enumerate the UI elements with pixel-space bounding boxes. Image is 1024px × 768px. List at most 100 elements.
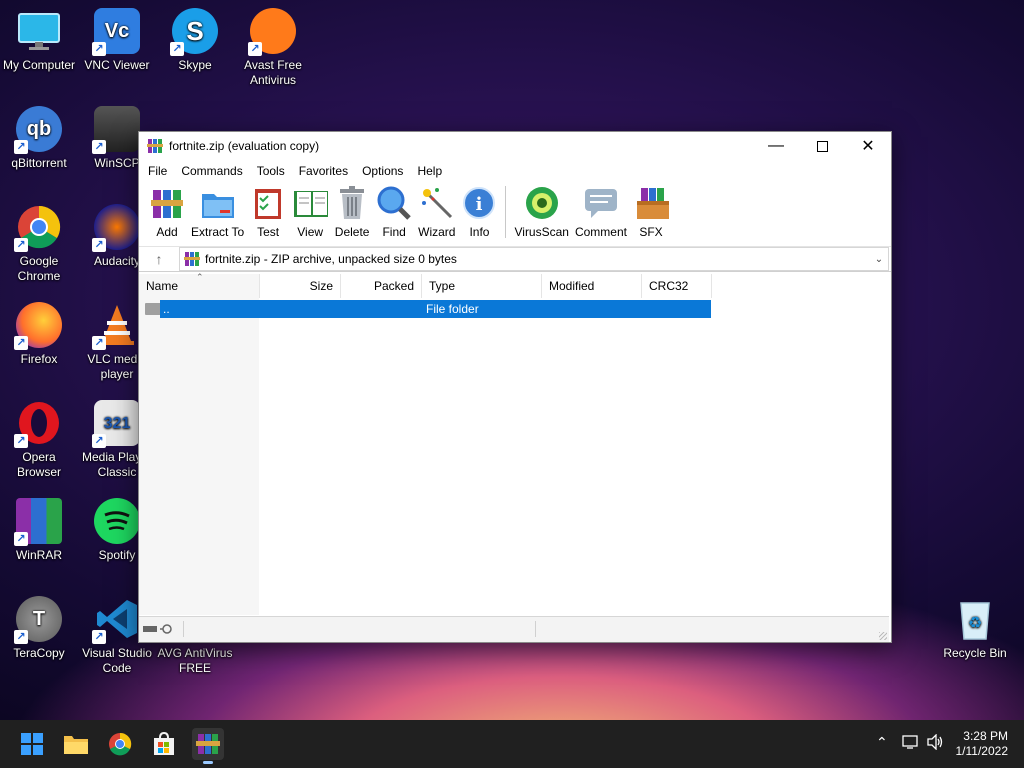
chevron-down-icon[interactable]: ⌄ bbox=[870, 254, 888, 265]
status-divider bbox=[535, 621, 536, 637]
menu-file[interactable]: File bbox=[141, 164, 174, 178]
delete-label: Delete bbox=[334, 225, 370, 239]
status-divider bbox=[183, 621, 184, 637]
column-header-modified[interactable]: Modified bbox=[542, 274, 642, 298]
menu-commands[interactable]: Commands bbox=[174, 164, 249, 178]
desktop-icon-label: My Computer bbox=[2, 58, 76, 72]
close-icon: ✕ bbox=[861, 138, 875, 155]
winrar-icon bbox=[196, 734, 220, 754]
desktop-icon-firefox[interactable]: ↗ Firefox bbox=[0, 296, 78, 367]
active-app-indicator bbox=[203, 761, 213, 764]
winrar-icon: ↗ bbox=[14, 498, 62, 546]
zip-archive-icon bbox=[184, 252, 200, 266]
desktop-icon-my-computer[interactable]: My Computer bbox=[0, 2, 78, 73]
vlc-cone-icon: ↗ bbox=[92, 302, 140, 350]
taskbar-chrome[interactable] bbox=[104, 728, 136, 760]
folder-icon bbox=[145, 303, 161, 315]
wizard-button[interactable]: Wizard bbox=[418, 182, 455, 239]
taskbar-clock[interactable]: 3:28 PM 1/11/2022 bbox=[956, 729, 1009, 759]
qbittorrent-icon: qb ↗ bbox=[14, 106, 62, 154]
desktop-icon-vnc-viewer[interactable]: Vc ↗ VNC Viewer bbox=[78, 2, 156, 73]
menu-options[interactable]: Options bbox=[355, 164, 410, 178]
column-header-row: Name Size Packed Type Modified CRC32 bbox=[139, 274, 889, 298]
taskbar-winrar[interactable] bbox=[192, 728, 224, 764]
archive-path-dropdown[interactable]: fortnite.zip - ZIP archive, unpacked siz… bbox=[179, 247, 889, 271]
minimize-icon: — bbox=[768, 137, 784, 154]
delete-button[interactable]: Delete bbox=[334, 182, 370, 239]
desktop-icon-winrar[interactable]: ↗ WinRAR bbox=[0, 492, 78, 563]
desktop-icon-qbittorrent[interactable]: qb ↗ qBittorrent bbox=[0, 100, 78, 171]
taskbar-microsoft-store[interactable] bbox=[148, 728, 180, 760]
desktop-icon-skype[interactable]: S ↗ Skype bbox=[156, 2, 234, 73]
volume-icon[interactable] bbox=[926, 733, 944, 753]
file-list[interactable]: Name Size Packed Type Modified CRC32 ⌃ .… bbox=[139, 272, 889, 615]
column-header-crc32[interactable]: CRC32 bbox=[642, 274, 712, 298]
add-button[interactable]: Add bbox=[149, 182, 185, 239]
sort-caret-icon: ⌃ bbox=[196, 272, 204, 282]
close-button[interactable]: ✕ bbox=[845, 132, 891, 160]
shortcut-arrow-icon: ↗ bbox=[92, 630, 106, 644]
desktop-icon-recycle-bin[interactable]: ♻ Recycle Bin bbox=[936, 590, 1014, 661]
desktop-icon-label: Google Chrome bbox=[17, 254, 61, 283]
desktop-icon-teracopy[interactable]: T ↗ TeraCopy bbox=[0, 590, 78, 661]
desktop-icon-label: Skype bbox=[178, 58, 212, 72]
shortcut-arrow-icon: ↗ bbox=[92, 434, 106, 448]
trash-can-icon bbox=[334, 185, 370, 221]
up-arrow-icon[interactable]: ↑ bbox=[139, 251, 179, 267]
menu-tools[interactable]: Tools bbox=[250, 164, 292, 178]
view-button[interactable]: View bbox=[292, 182, 329, 239]
taskbar-file-explorer[interactable] bbox=[60, 728, 92, 760]
chevron-up-icon[interactable]: ⌃ bbox=[876, 734, 888, 751]
toolbar-separator bbox=[505, 186, 507, 238]
find-button[interactable]: Find bbox=[376, 182, 412, 239]
extract-to-label: Extract To bbox=[191, 225, 245, 239]
shortcut-arrow-icon: ↗ bbox=[14, 140, 28, 154]
find-label: Find bbox=[382, 225, 406, 239]
info-button[interactable]: i Info bbox=[461, 182, 497, 239]
maximize-button[interactable] bbox=[799, 132, 845, 160]
shortcut-arrow-icon: ↗ bbox=[92, 140, 106, 154]
desktop-icon-label: Firefox bbox=[20, 352, 58, 366]
menu-favorites[interactable]: Favorites bbox=[292, 164, 355, 178]
column-packed-label: Packed bbox=[373, 279, 414, 293]
desktop-icon-opera[interactable]: ↗ Opera Browser bbox=[0, 394, 78, 480]
row-type: File folder bbox=[426, 302, 479, 316]
sfx-button[interactable]: SFX bbox=[633, 182, 669, 239]
start-button[interactable] bbox=[16, 728, 48, 760]
store-bag-icon bbox=[154, 732, 174, 755]
column-header-packed[interactable]: Packed bbox=[341, 274, 422, 298]
comment-button[interactable]: Comment bbox=[575, 182, 627, 239]
toolbar: Add Extract To Test View Delete Find Wiz… bbox=[139, 182, 891, 247]
table-row[interactable]: .. File folder bbox=[139, 300, 711, 318]
clock-date: 1/11/2022 bbox=[955, 744, 1009, 758]
desktop-icon-label: TeraCopy bbox=[13, 646, 65, 660]
shortcut-arrow-icon: ↗ bbox=[14, 532, 28, 546]
maximize-icon bbox=[816, 140, 828, 152]
shortcut-arrow-icon: ↗ bbox=[14, 434, 28, 448]
resize-grip-icon[interactable] bbox=[879, 632, 887, 640]
column-modified-label: Modified bbox=[549, 279, 595, 293]
shortcut-arrow-icon: ↗ bbox=[92, 42, 106, 56]
address-bar: ↑ fortnite.zip - ZIP archive, unpacked s… bbox=[139, 247, 891, 272]
test-button[interactable]: Test bbox=[250, 182, 286, 239]
minimize-button[interactable]: — bbox=[753, 132, 799, 160]
shortcut-arrow-icon: ↗ bbox=[170, 42, 184, 56]
audacity-icon: ↗ bbox=[92, 204, 140, 252]
extract-to-button[interactable]: Extract To bbox=[191, 182, 244, 239]
add-archive-icon bbox=[149, 185, 185, 221]
info-icon: i bbox=[461, 185, 497, 221]
column-header-size[interactable]: Size bbox=[260, 274, 341, 298]
spotify-icon bbox=[94, 498, 140, 544]
network-icon[interactable] bbox=[902, 734, 920, 753]
svg-text:i: i bbox=[476, 194, 483, 215]
menu-help[interactable]: Help bbox=[410, 164, 449, 178]
desktop-icon-avast[interactable]: ↗ Avast Free Antivirus bbox=[234, 2, 312, 88]
desktop-icon-google-chrome[interactable]: ↗ Google Chrome bbox=[0, 198, 78, 284]
column-header-type[interactable]: Type bbox=[422, 274, 542, 298]
title-bar[interactable]: fortnite.zip (evaluation copy) — ✕ bbox=[139, 132, 891, 160]
skype-icon: S ↗ bbox=[170, 8, 218, 56]
virusscan-button[interactable]: VirusScan bbox=[514, 182, 569, 239]
archive-path-text: fortnite.zip - ZIP archive, unpacked siz… bbox=[205, 252, 457, 266]
shortcut-arrow-icon: ↗ bbox=[248, 42, 262, 56]
desktop-icon-label: AVG AntiVirus FREE bbox=[157, 646, 233, 675]
